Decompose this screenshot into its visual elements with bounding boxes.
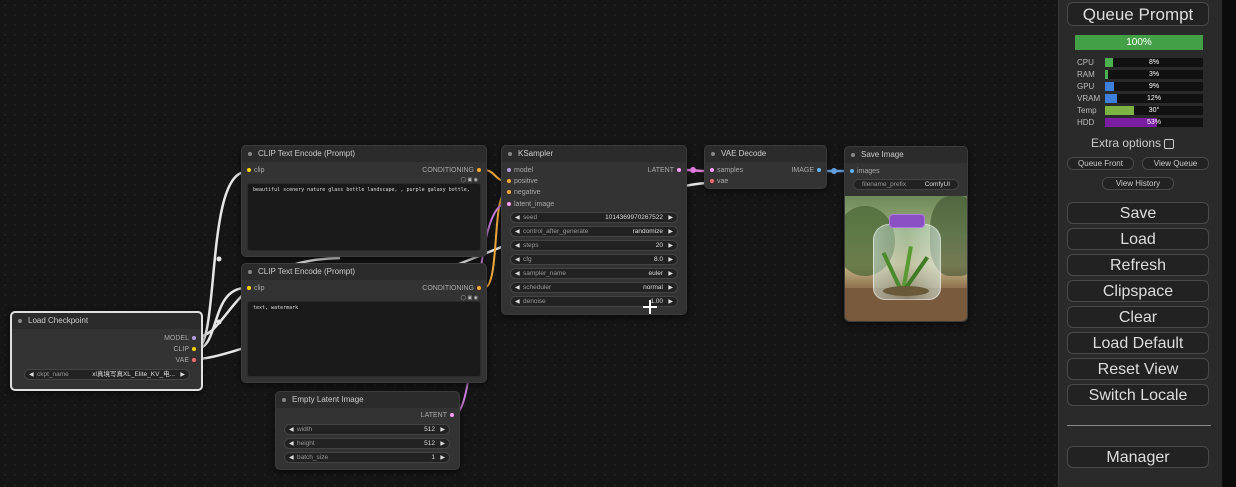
view-queue-button[interactable]: View Queue <box>1142 157 1209 170</box>
widget-width[interactable]: ◀ width 512 ▶ <box>284 424 450 435</box>
ksampler-node[interactable]: KSampler model positive negative latent_… <box>501 145 687 315</box>
switch-locale-button[interactable]: Switch Locale <box>1067 384 1209 406</box>
input-latent-image[interactable]: latent_image <box>504 200 554 210</box>
node-header[interactable]: Empty Latent Image <box>276 392 459 408</box>
node-header[interactable]: Load Checkpoint <box>12 313 201 329</box>
input-clip[interactable]: clip <box>244 284 265 294</box>
output-conditioning[interactable]: CONDITIONING <box>422 284 484 294</box>
stat-label: CPU <box>1077 58 1094 67</box>
widget-height[interactable]: ◀ height 512 ▶ <box>284 438 450 449</box>
output-image[interactable]: IMAGE <box>791 166 824 176</box>
input-vae[interactable]: vae <box>707 177 728 187</box>
stat-label: RAM <box>1077 70 1095 79</box>
queue-front-button[interactable]: Queue Front <box>1067 157 1134 170</box>
stat-label: Temp <box>1077 106 1097 115</box>
node-title: CLIP Text Encode (Prompt) <box>258 267 356 276</box>
node-header[interactable]: CLIP Text Encode (Prompt) <box>242 146 486 162</box>
clip-text-encode-positive-node[interactable]: CLIP Text Encode (Prompt) clip CONDITION… <box>241 145 487 257</box>
widget-ckpt-name[interactable]: ◀ ckpt_name xl真境写真XL_Elite_KV_电... ▶ <box>24 369 190 380</box>
window-edge <box>1222 0 1236 487</box>
widget-control-after-generate[interactable]: ◀ control_after_generate randomize ▶ <box>510 226 678 237</box>
load-button[interactable]: Load <box>1067 228 1209 250</box>
stat-label: HDD <box>1077 118 1095 127</box>
view-history-button[interactable]: View History <box>1102 177 1174 190</box>
stat-row-gpu: GPU 9% <box>1077 82 1203 92</box>
node-title: KSampler <box>518 149 554 158</box>
generated-image-preview[interactable] <box>845 196 967 321</box>
panel-divider <box>1067 425 1211 426</box>
widget-sampler-name[interactable]: ◀ sampler_name euler ▶ <box>510 268 678 279</box>
progress-text: 100% <box>1126 37 1152 48</box>
output-model[interactable]: MODEL <box>164 334 199 344</box>
output-clip[interactable]: CLIP <box>173 345 199 355</box>
output-conditioning[interactable]: CONDITIONING <box>422 166 484 176</box>
input-negative[interactable]: negative <box>504 188 540 198</box>
progress-bar: 100% <box>1075 35 1203 50</box>
input-clip[interactable]: clip <box>244 166 265 176</box>
output-latent[interactable]: LATENT <box>648 166 684 176</box>
manager-button[interactable]: Manager <box>1067 446 1209 468</box>
widget-scheduler[interactable]: ◀ scheduler normal ▶ <box>510 282 678 293</box>
stat-row-hdd: HDD 53% <box>1077 118 1203 128</box>
input-positive[interactable]: positive <box>504 177 538 187</box>
node-title: Load Checkpoint <box>28 316 89 325</box>
link-clip-to-positive <box>195 170 247 351</box>
node-header[interactable]: CLIP Text Encode (Prompt) <box>242 264 486 280</box>
stat-row-ram: RAM 3% <box>1077 70 1203 80</box>
extra-options-toggle[interactable]: Extra options <box>1091 136 1175 150</box>
widget-seed[interactable]: ◀ seed 1014369970267522 ▶ <box>510 212 678 223</box>
stat-value: 3% <box>1148 71 1160 78</box>
widget-steps[interactable]: ◀ steps 20 ▶ <box>510 240 678 251</box>
queue-prompt-button[interactable]: Queue Prompt <box>1067 2 1209 26</box>
stat-value: 12% <box>1146 95 1161 102</box>
input-samples[interactable]: samples <box>707 166 743 176</box>
stat-row-cpu: CPU 8% <box>1077 58 1203 68</box>
refresh-button[interactable]: Refresh <box>1067 254 1209 276</box>
stat-value: 9% <box>1148 83 1160 90</box>
node-title: VAE Decode <box>721 149 767 158</box>
control-panel: Queue Prompt 100% CPU 8% RAM 3% GPU 9% VRAM 12%… <box>1058 0 1223 487</box>
node-title: CLIP Text Encode (Prompt) <box>258 149 356 158</box>
save-button[interactable]: Save <box>1067 202 1209 224</box>
prompt-textarea[interactable]: text, watermark <box>247 301 481 377</box>
crosshair-cursor-icon <box>643 300 657 314</box>
load-default-button[interactable]: Load Default <box>1067 332 1209 354</box>
stat-row-temp: Temp 30° <box>1077 106 1203 116</box>
widget-filename-prefix[interactable]: filename_prefix ComfyUI <box>853 179 959 190</box>
reset-view-button[interactable]: Reset View <box>1067 358 1209 380</box>
input-images[interactable]: images <box>847 167 880 177</box>
stat-value: 53% <box>1146 119 1161 126</box>
stat-row-vram: VRAM 12% <box>1077 94 1203 104</box>
output-vae[interactable]: VAE <box>176 356 200 366</box>
stat-value: 30° <box>1148 107 1160 114</box>
load-checkpoint-node[interactable]: Load Checkpoint MODEL CLIP VAE ◀ ckpt_nam… <box>10 311 203 391</box>
save-image-node[interactable]: Save Image images filename_prefix ComfyUI <box>844 146 968 322</box>
widget-batch-size[interactable]: ◀ batch_size 1 ▶ <box>284 452 450 463</box>
node-title: Empty Latent Image <box>292 395 364 404</box>
node-graph-canvas[interactable]: CLIP Text Encode (Prompt) clip CONDITION… <box>0 0 1058 487</box>
empty-latent-image-node[interactable]: Empty Latent Image LATENT ◀ width 512 ▶ ◀ he… <box>275 391 460 470</box>
stat-label: VRAM <box>1077 94 1101 103</box>
node-header[interactable]: Save Image <box>845 147 967 163</box>
link-samples <box>683 168 707 173</box>
stat-value: 8% <box>1148 59 1160 66</box>
node-title: Save Image <box>861 150 904 159</box>
extra-options-checkbox[interactable] <box>1164 138 1175 149</box>
link-clip-to-negative <box>195 286 247 351</box>
prompt-textarea[interactable]: beautiful scenery nature glass bottle la… <box>247 183 481 251</box>
widget-cfg[interactable]: ◀ cfg 8.0 ▶ <box>510 254 678 265</box>
clip-text-encode-negative-node[interactable]: CLIP Text Encode (Prompt) clip CONDITION… <box>241 263 487 383</box>
output-latent[interactable]: LATENT <box>421 411 457 421</box>
clipspace-button[interactable]: Clipspace <box>1067 280 1209 302</box>
vae-decode-node[interactable]: VAE Decode samples vae IMAGE <box>704 145 827 189</box>
clear-button[interactable]: Clear <box>1067 306 1209 328</box>
stat-label: GPU <box>1077 82 1095 91</box>
node-header[interactable]: VAE Decode <box>705 146 826 162</box>
input-model[interactable]: model <box>504 166 533 176</box>
node-header[interactable]: KSampler <box>502 146 686 162</box>
